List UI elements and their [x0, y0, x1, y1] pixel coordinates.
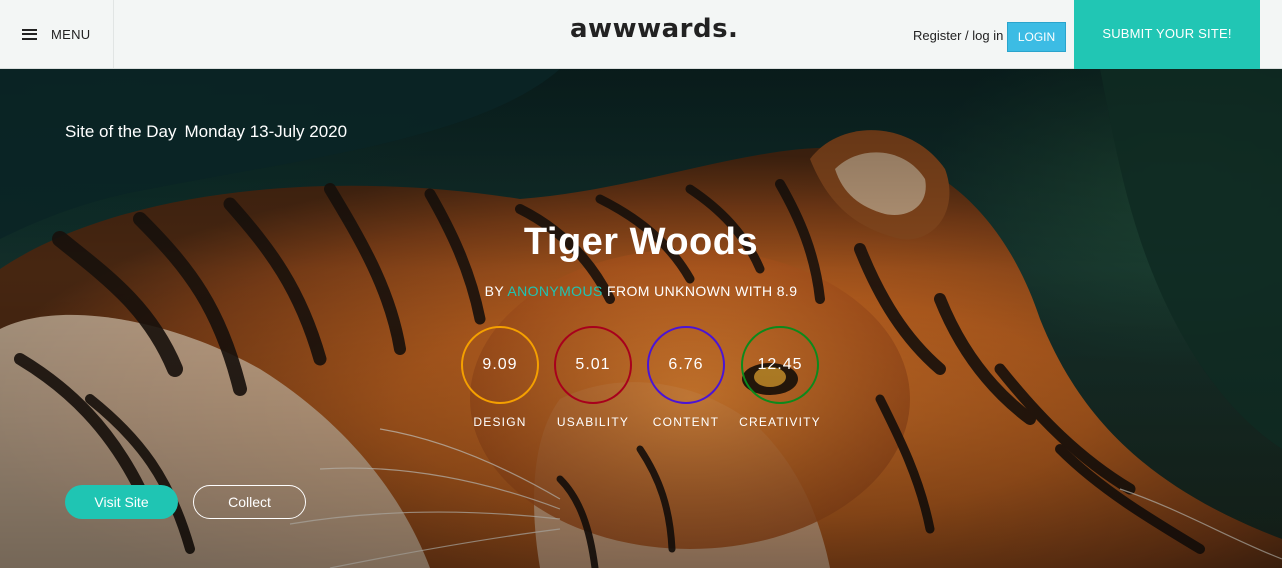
score-design: 9.09 DESIGN: [455, 326, 545, 429]
menu-button[interactable]: MENU: [0, 0, 114, 68]
score-content: 6.76 CONTENT: [641, 326, 731, 429]
submit-site-button[interactable]: SUBMIT YOUR SITE!: [1074, 0, 1260, 69]
visit-site-button[interactable]: Visit Site: [65, 485, 178, 519]
menu-label: MENU: [51, 27, 91, 42]
awwwards-logo[interactable]: awwwards.: [570, 14, 738, 44]
byline-prefix: BY: [484, 283, 508, 299]
score-label: CONTENT: [652, 415, 720, 429]
hero-section: Site of the Day Monday 13-July 2020 Tiger…: [0, 69, 1282, 568]
collect-button[interactable]: Collect: [193, 485, 306, 519]
byline-suffix: FROM UNKNOWN WITH 8.9: [602, 283, 798, 299]
author-link[interactable]: ANONYMOUS: [507, 283, 602, 299]
hamburger-icon: [22, 28, 37, 40]
site-title: Tiger Woods: [523, 221, 759, 263]
login-button[interactable]: LOGIN: [1007, 22, 1066, 52]
score-label: USABILITY: [556, 415, 630, 429]
sotd-date: Monday 13-July 2020: [184, 122, 348, 141]
top-nav: MENU awwwards. Register / log in LOGIN S…: [0, 0, 1282, 69]
score-creativity: 12.45 CREATIVITY: [735, 326, 825, 429]
score-ring: 12.45: [741, 326, 819, 404]
score-ring: 9.09: [461, 326, 539, 404]
score-ring: 6.76: [647, 326, 725, 404]
sotd-label: Site of the Day: [65, 122, 177, 141]
score-label: CREATIVITY: [739, 415, 821, 429]
score-ring: 5.01: [554, 326, 632, 404]
score-label: DESIGN: [473, 415, 527, 429]
byline: BY ANONYMOUS FROM UNKNOWN WITH 8.9: [0, 283, 1282, 299]
site-of-the-day: Site of the Day Monday 13-July 2020: [65, 122, 347, 142]
score-usability: 5.01 USABILITY: [548, 326, 638, 429]
tiger-background-image: [0, 69, 1282, 568]
register-login-link[interactable]: Register / log in: [913, 28, 1003, 43]
